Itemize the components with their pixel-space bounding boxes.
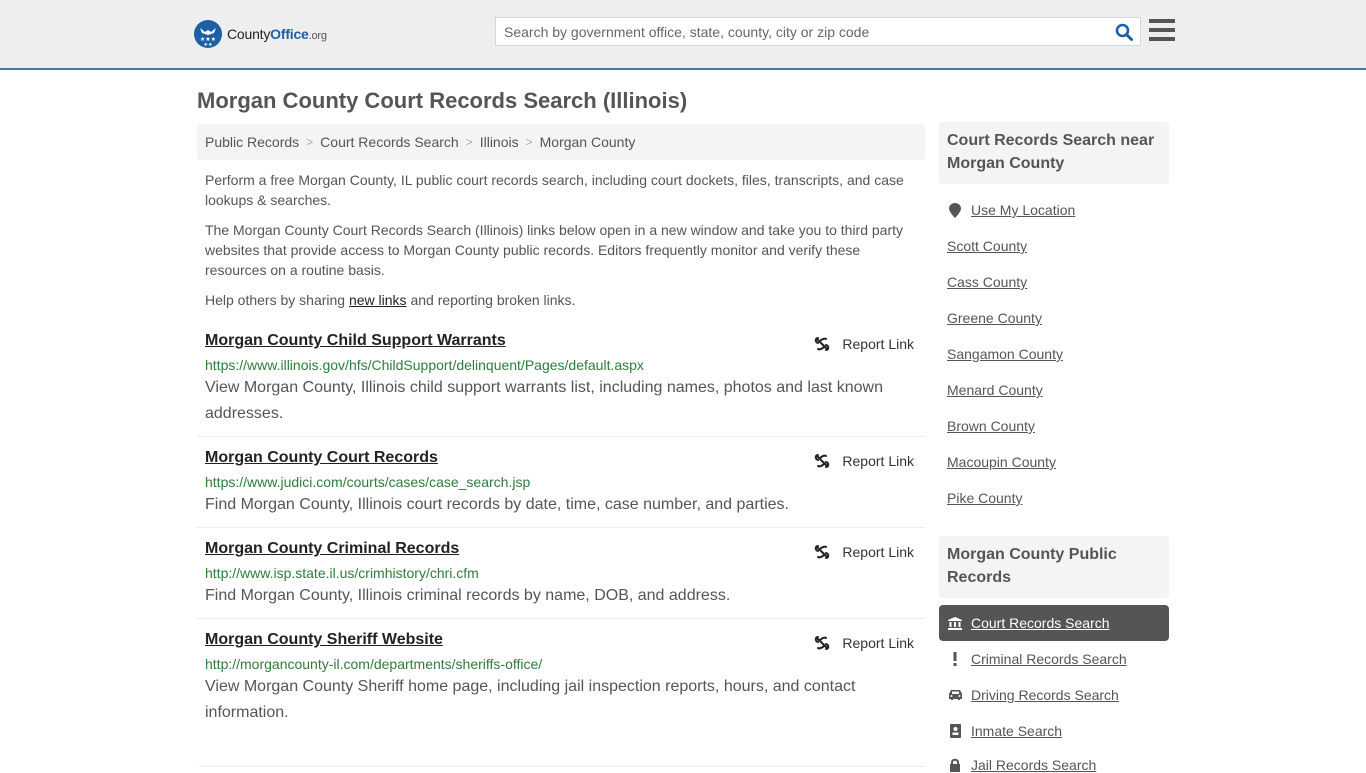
- sidebar-item-inmate-search[interactable]: Inmate Search: [947, 723, 1062, 739]
- result-url[interactable]: http://morgancounty-il.com/departments/s…: [205, 654, 925, 674]
- result-description: Find Morgan County, Illinois criminal re…: [205, 587, 731, 604]
- sidebar-item-driving-records-search[interactable]: Driving Records Search: [947, 687, 1119, 703]
- result-url[interactable]: https://www.judici.com/courts/cases/case…: [205, 472, 925, 492]
- breadcrumb-court-records-search[interactable]: Court Records Search: [320, 134, 459, 150]
- exclamation-icon: [947, 652, 963, 666]
- nearby-county-link[interactable]: Macoupin County: [947, 454, 1056, 470]
- svg-text:★★: ★★: [204, 42, 213, 48]
- id-badge-icon: [947, 724, 963, 738]
- sidebar-item-jail-records-search[interactable]: Jail Records Search: [947, 757, 1096, 773]
- page-title: Morgan County Court Records Search (Illi…: [197, 88, 688, 113]
- site-search: [495, 17, 1141, 46]
- sidebar-item-court-records-search[interactable]: Court Records Search: [939, 605, 1169, 641]
- broken-link-icon: [815, 337, 830, 351]
- result-description: View Morgan County, Illinois child suppo…: [205, 379, 883, 422]
- nearby-county-link[interactable]: Greene County: [947, 310, 1042, 326]
- intro-paragraph-1: Perform a free Morgan County, IL public …: [205, 172, 904, 208]
- nearby-heading: Court Records Search near Morgan County: [939, 122, 1169, 184]
- report-link-button[interactable]: Report Link: [814, 336, 914, 352]
- breadcrumb-separator: >: [525, 135, 533, 149]
- result-item: Morgan County Sheriff Website http://mor…: [197, 629, 925, 749]
- intro-paragraph-2: The Morgan County Court Records Search (…: [205, 222, 904, 278]
- result-item: Morgan County Criminal Records http://ww…: [197, 538, 925, 619]
- new-links-link[interactable]: new links: [349, 292, 407, 308]
- nearby-county-link[interactable]: Pike County: [947, 490, 1022, 506]
- result-url[interactable]: https://www.illinois.gov/hfs/ChildSuppor…: [205, 355, 925, 375]
- nearby-county-link[interactable]: Menard County: [947, 382, 1043, 398]
- site-logo[interactable]: ★★★ ★★ CountyOffice.org: [194, 20, 327, 48]
- result-description: View Morgan County Sheriff home page, in…: [205, 678, 856, 721]
- result-item: Morgan County Court Records https://www.…: [197, 447, 925, 528]
- broken-link-icon: [815, 454, 830, 468]
- nearby-county-link[interactable]: Sangamon County: [947, 346, 1063, 362]
- breadcrumb-separator: >: [306, 135, 314, 149]
- logo-wordmark: CountyOffice.org: [227, 26, 327, 42]
- use-my-location-link[interactable]: Use My Location: [947, 202, 1075, 218]
- search-input[interactable]: [496, 18, 1108, 45]
- report-link-button[interactable]: Report Link: [814, 635, 914, 651]
- search-icon: [1115, 23, 1133, 41]
- breadcrumb-morgan-county[interactable]: Morgan County: [540, 134, 636, 150]
- courthouse-icon: [947, 616, 963, 630]
- result-description: Find Morgan County, Illinois court recor…: [205, 496, 789, 513]
- report-link-button[interactable]: Report Link: [814, 544, 914, 560]
- search-button[interactable]: [1108, 18, 1140, 45]
- result-url[interactable]: http://www.isp.state.il.us/crimhistory/c…: [205, 563, 925, 583]
- car-icon: [947, 689, 963, 701]
- report-link-button[interactable]: Report Link: [814, 453, 914, 469]
- intro-paragraph-3: Help others by sharing new links and rep…: [205, 292, 576, 308]
- breadcrumb-illinois[interactable]: Illinois: [480, 134, 519, 150]
- intro-text: Perform a free Morgan County, IL public …: [205, 170, 920, 320]
- top-bar: ★★★ ★★ CountyOffice.org: [0, 0, 1366, 70]
- hamburger-menu-icon[interactable]: [1149, 18, 1175, 42]
- broken-link-icon: [815, 636, 830, 650]
- divider: [199, 766, 925, 767]
- breadcrumb-separator: >: [465, 135, 473, 149]
- map-marker-icon: [947, 202, 963, 218]
- broken-link-icon: [815, 545, 830, 559]
- nearby-county-link[interactable]: Scott County: [947, 238, 1027, 254]
- breadcrumb-public-records[interactable]: Public Records: [205, 134, 299, 150]
- sidebar-item-criminal-records-search[interactable]: Criminal Records Search: [947, 651, 1127, 667]
- nearby-county-link[interactable]: Cass County: [947, 274, 1027, 290]
- result-item: Morgan County Child Support Warrants htt…: [197, 330, 925, 437]
- breadcrumb: Public Records > Court Records Search > …: [197, 124, 925, 160]
- nearby-county-link[interactable]: Brown County: [947, 418, 1035, 434]
- eagle-stars-icon: ★★★ ★★: [194, 20, 222, 48]
- public-records-heading: Morgan County Public Records: [939, 536, 1169, 598]
- lock-icon: [947, 758, 963, 772]
